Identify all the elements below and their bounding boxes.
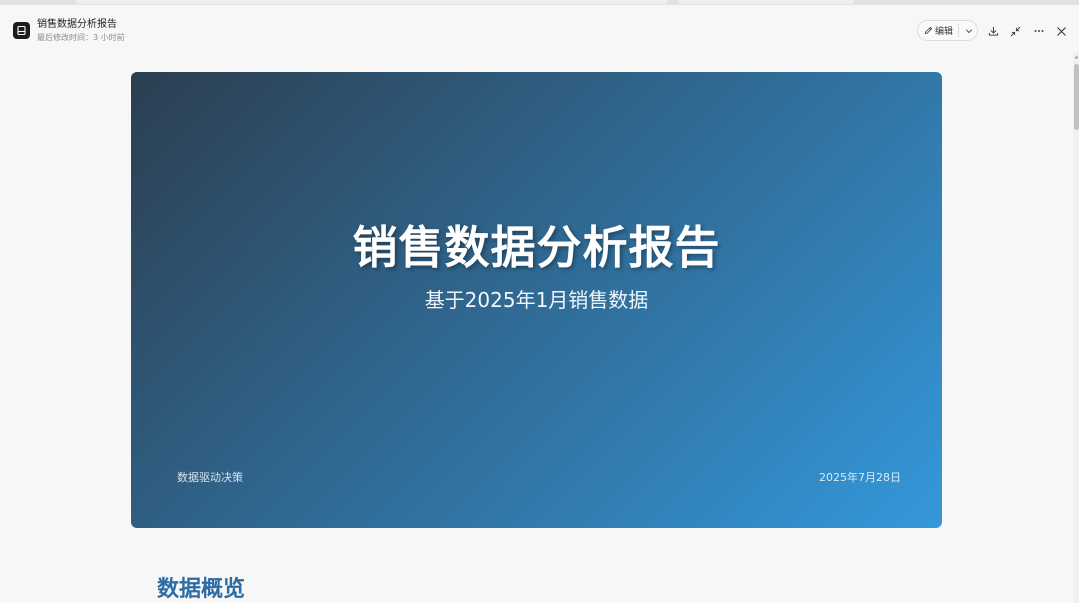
exit-fullscreen-button[interactable] xyxy=(1006,22,1024,40)
scroll-up-arrow-icon[interactable] xyxy=(1073,54,1079,60)
slide-date: 2025年7月28日 xyxy=(819,471,901,484)
slide-subtitle: 基于2025年1月销售数据 xyxy=(424,288,649,312)
document-glyph-icon xyxy=(17,25,26,36)
vertical-scrollbar[interactable] xyxy=(1073,52,1079,603)
pencil-icon xyxy=(924,26,933,35)
browser-tab[interactable] xyxy=(678,0,855,4)
chevron-down-icon xyxy=(966,29,973,33)
close-icon xyxy=(1056,26,1066,36)
scrollbar-thumb[interactable] xyxy=(1074,64,1079,130)
slide-title: 销售数据分析报告 xyxy=(352,221,721,274)
edit-button-label: 编辑 xyxy=(935,27,954,37)
download-button[interactable] xyxy=(984,22,1002,40)
more-options-button[interactable] xyxy=(1030,22,1048,40)
more-icon xyxy=(1034,30,1044,32)
last-modified-text: 最后修改时间：3 小时前 xyxy=(37,33,125,42)
slide-tagline: 数据驱动决策 xyxy=(177,471,243,484)
close-button[interactable] xyxy=(1052,22,1070,40)
collapse-icon xyxy=(1010,26,1020,36)
title-bar: 销售数据分析报告 最后修改时间：3 小时前 编辑 xyxy=(0,5,1079,49)
button-divider xyxy=(958,24,960,37)
document-title: 销售数据分析报告 xyxy=(37,19,117,30)
section-heading: 数据概览 xyxy=(157,577,246,602)
app-window: 销售数据分析报告 最后修改时间：3 小时前 编辑 销售数据分析报告 基于2025… xyxy=(0,0,1079,603)
download-icon xyxy=(988,26,998,36)
edit-options-dropdown[interactable] xyxy=(962,21,976,40)
document-app-icon xyxy=(13,22,30,39)
browser-tab[interactable] xyxy=(75,0,668,4)
triangle-up-icon xyxy=(1074,55,1078,59)
title-slide: 销售数据分析报告 基于2025年1月销售数据 数据驱动决策 2025年7月28日 xyxy=(131,72,942,528)
edit-button-group: 编辑 xyxy=(917,20,978,41)
edit-button[interactable]: 编辑 xyxy=(918,21,953,40)
